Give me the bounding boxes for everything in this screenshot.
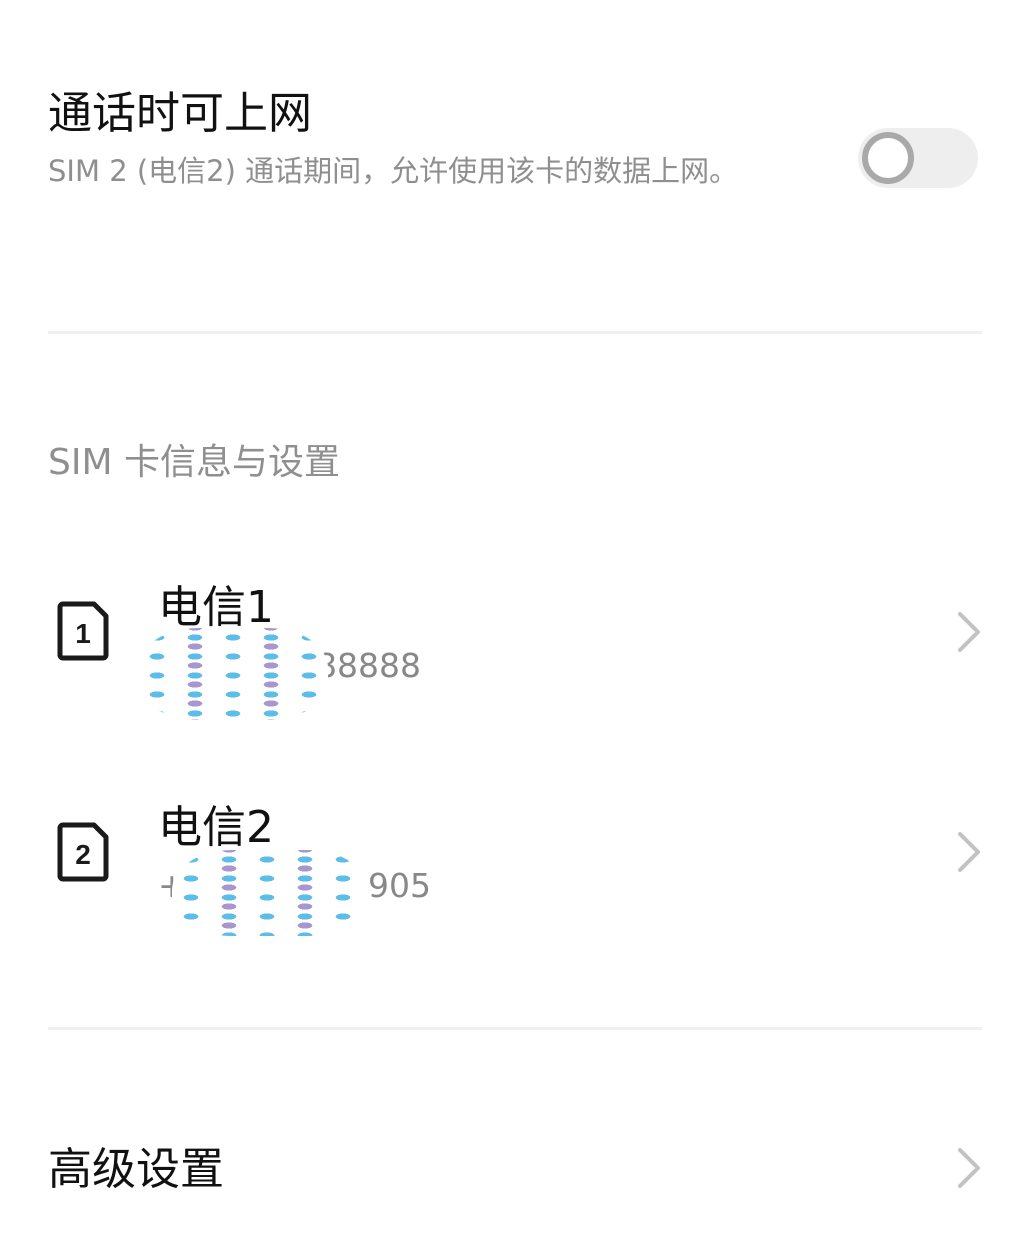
data-while-calling-switch[interactable] xyxy=(858,128,978,188)
sim-card-name: 电信2 xyxy=(158,802,274,853)
sim-card-2-icon: 2 xyxy=(57,822,109,882)
sim-card-number: 88888 xyxy=(316,646,421,685)
chevron-right-icon xyxy=(958,1148,980,1188)
sim-card-number: 905 xyxy=(368,866,431,905)
chevron-right-icon xyxy=(958,612,980,652)
sim-card-row-2[interactable]: 2 电信2 + 905 xyxy=(0,780,1016,980)
sim-settings-page: 通话时可上网 SIM 2 (电信2) 通话期间，允许使用该卡的数据上网。 SIM… xyxy=(0,0,1016,1260)
divider xyxy=(48,331,982,334)
sim-card-1-icon: 1 xyxy=(57,601,109,661)
sim-slot-number: 1 xyxy=(75,618,91,649)
advanced-settings-label: 高级设置 xyxy=(48,1144,224,1195)
data-while-calling-description: SIM 2 (电信2) 通话期间，允许使用该卡的数据上网。 xyxy=(48,154,739,188)
sim-slot-number: 2 xyxy=(75,839,91,870)
sim-card-row-1[interactable]: 1 电信1 88888 xyxy=(0,560,1016,760)
redaction-overlay xyxy=(138,628,328,720)
switch-knob xyxy=(862,132,914,184)
divider xyxy=(48,1027,982,1030)
redaction-overlay xyxy=(172,850,368,936)
chevron-right-icon xyxy=(958,832,980,872)
data-while-calling-title: 通话时可上网 xyxy=(48,88,312,139)
sim-section-header: SIM 卡信息与设置 xyxy=(48,442,340,483)
